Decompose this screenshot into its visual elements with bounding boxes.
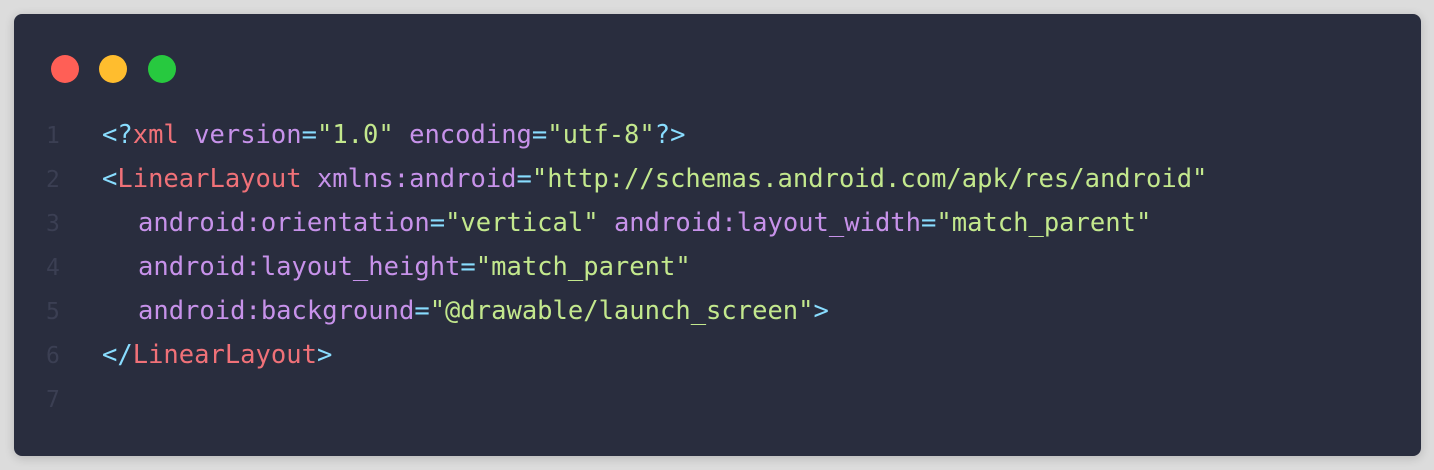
close-button[interactable] <box>51 55 79 83</box>
code-line: 7 <box>46 377 1401 421</box>
equals-sign: = <box>516 164 532 194</box>
tag-close-bracket: > <box>316 340 333 370</box>
tag-name: LinearLayout <box>117 164 302 194</box>
attribute-value: "http://schemas.android.com/apk/res/andr… <box>531 164 1208 194</box>
line-number: 7 <box>46 387 60 413</box>
closing-tag-open: </ <box>102 340 133 370</box>
equals-sign: = <box>531 120 548 150</box>
code-line: 1 <?xml version="1.0" encoding="utf-8"?> <box>46 113 1401 157</box>
xml-decl-open: <? <box>102 120 133 150</box>
attribute-name: xmlns:android <box>316 164 517 194</box>
equals-sign: = <box>921 208 937 238</box>
code-line: 3 android:orientation="vertical" android:… <box>46 201 1401 245</box>
attribute-value: "@drawable/launch_screen" <box>429 296 814 326</box>
code-line: 5 android:background="@drawable/launch_sc… <box>46 289 1401 333</box>
code-line: 2 <LinearLayout xmlns:android="http://sch… <box>46 157 1401 201</box>
xml-decl-name: xml <box>132 120 179 150</box>
code-line: 4 android:layout_height="match_parent" <box>46 245 1401 289</box>
maximize-button[interactable] <box>148 55 176 83</box>
attribute-name: android:layout_width <box>613 208 921 238</box>
attribute-value: "match_parent" <box>475 252 691 282</box>
tag-close-bracket: > <box>813 296 829 326</box>
equals-sign: = <box>460 252 476 282</box>
xml-decl-close: ?> <box>654 120 686 150</box>
line-number: 5 <box>46 299 60 325</box>
code-block: 1 <?xml version="1.0" encoding="utf-8"?> … <box>46 113 1401 421</box>
line-number: 4 <box>46 255 60 281</box>
equals-sign: = <box>429 208 446 238</box>
equals-sign: = <box>414 296 430 326</box>
line-number: 2 <box>46 167 60 193</box>
attribute-name: android:orientation <box>138 208 430 238</box>
line-number: 1 <box>46 123 60 149</box>
minimize-button[interactable] <box>99 55 127 83</box>
line-number: 3 <box>46 211 60 237</box>
attribute-name: encoding <box>409 120 532 150</box>
attribute-value: "vertical" <box>445 208 599 238</box>
attribute-value: "utf-8" <box>547 120 655 150</box>
attribute-name: android:background <box>138 296 415 326</box>
tag-open-bracket: < <box>102 164 118 194</box>
equals-sign: = <box>301 120 317 150</box>
code-line: 6 </LinearLayout> <box>46 333 1401 377</box>
code-window: 1 <?xml version="1.0" encoding="utf-8"?> … <box>14 14 1421 456</box>
attribute-name: android:layout_height <box>138 252 461 282</box>
tag-name: LinearLayout <box>132 340 317 370</box>
attribute-name: version <box>194 120 302 150</box>
attribute-value: "1.0" <box>316 120 394 150</box>
attribute-value: "match_parent" <box>936 208 1152 238</box>
line-number: 6 <box>46 343 60 369</box>
